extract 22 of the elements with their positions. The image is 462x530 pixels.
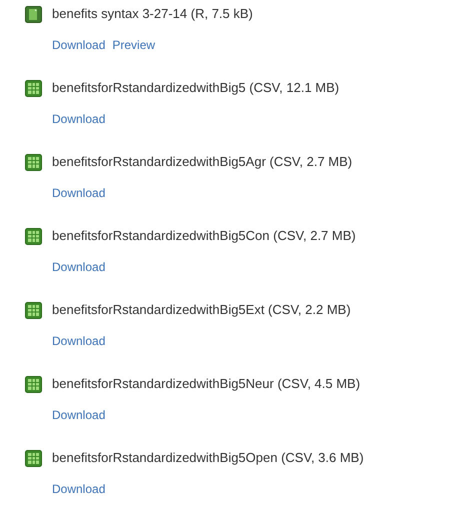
file-title: benefits syntax 3-27-14 (R, 7.5 kB) xyxy=(52,5,253,24)
spreadsheet-icon xyxy=(25,154,42,170)
file-link[interactable]: Download xyxy=(52,110,106,128)
spreadsheet-icon xyxy=(25,302,42,318)
file-link[interactable]: Download xyxy=(52,36,106,54)
file-link[interactable]: Download xyxy=(52,480,106,498)
file-title: benefitsforRstandardizedwithBig5Ext (CSV, 2.2 MB) xyxy=(52,301,351,320)
spreadsheet-icon xyxy=(25,450,42,466)
file-title: benefitsforRstandardizedwithBig5Open (CSV, 3.6 MB) xyxy=(52,449,364,468)
file-link[interactable]: Preview xyxy=(112,36,156,54)
file-link[interactable]: Download xyxy=(52,406,106,424)
file-title: benefitsforRstandardizedwithBig5Agr (CSV, 2.7 MB) xyxy=(52,153,352,172)
file-link[interactable]: Download xyxy=(52,258,106,276)
file-title: benefitsforRstandardizedwithBig5Neur (CSV, 4.5 MB) xyxy=(52,375,360,394)
file-title: benefitsforRstandardizedwithBig5 (CSV, 12.1 MB) xyxy=(52,79,340,98)
spreadsheet-icon xyxy=(25,228,42,244)
document-icon xyxy=(25,6,42,22)
file-link[interactable]: Download xyxy=(52,332,106,350)
file-link[interactable]: Download xyxy=(52,184,106,202)
spreadsheet-icon xyxy=(25,376,42,392)
spreadsheet-icon xyxy=(25,80,42,96)
file-title: benefitsforRstandardizedwithBig5Con (CSV, 2.7 MB) xyxy=(52,227,356,246)
